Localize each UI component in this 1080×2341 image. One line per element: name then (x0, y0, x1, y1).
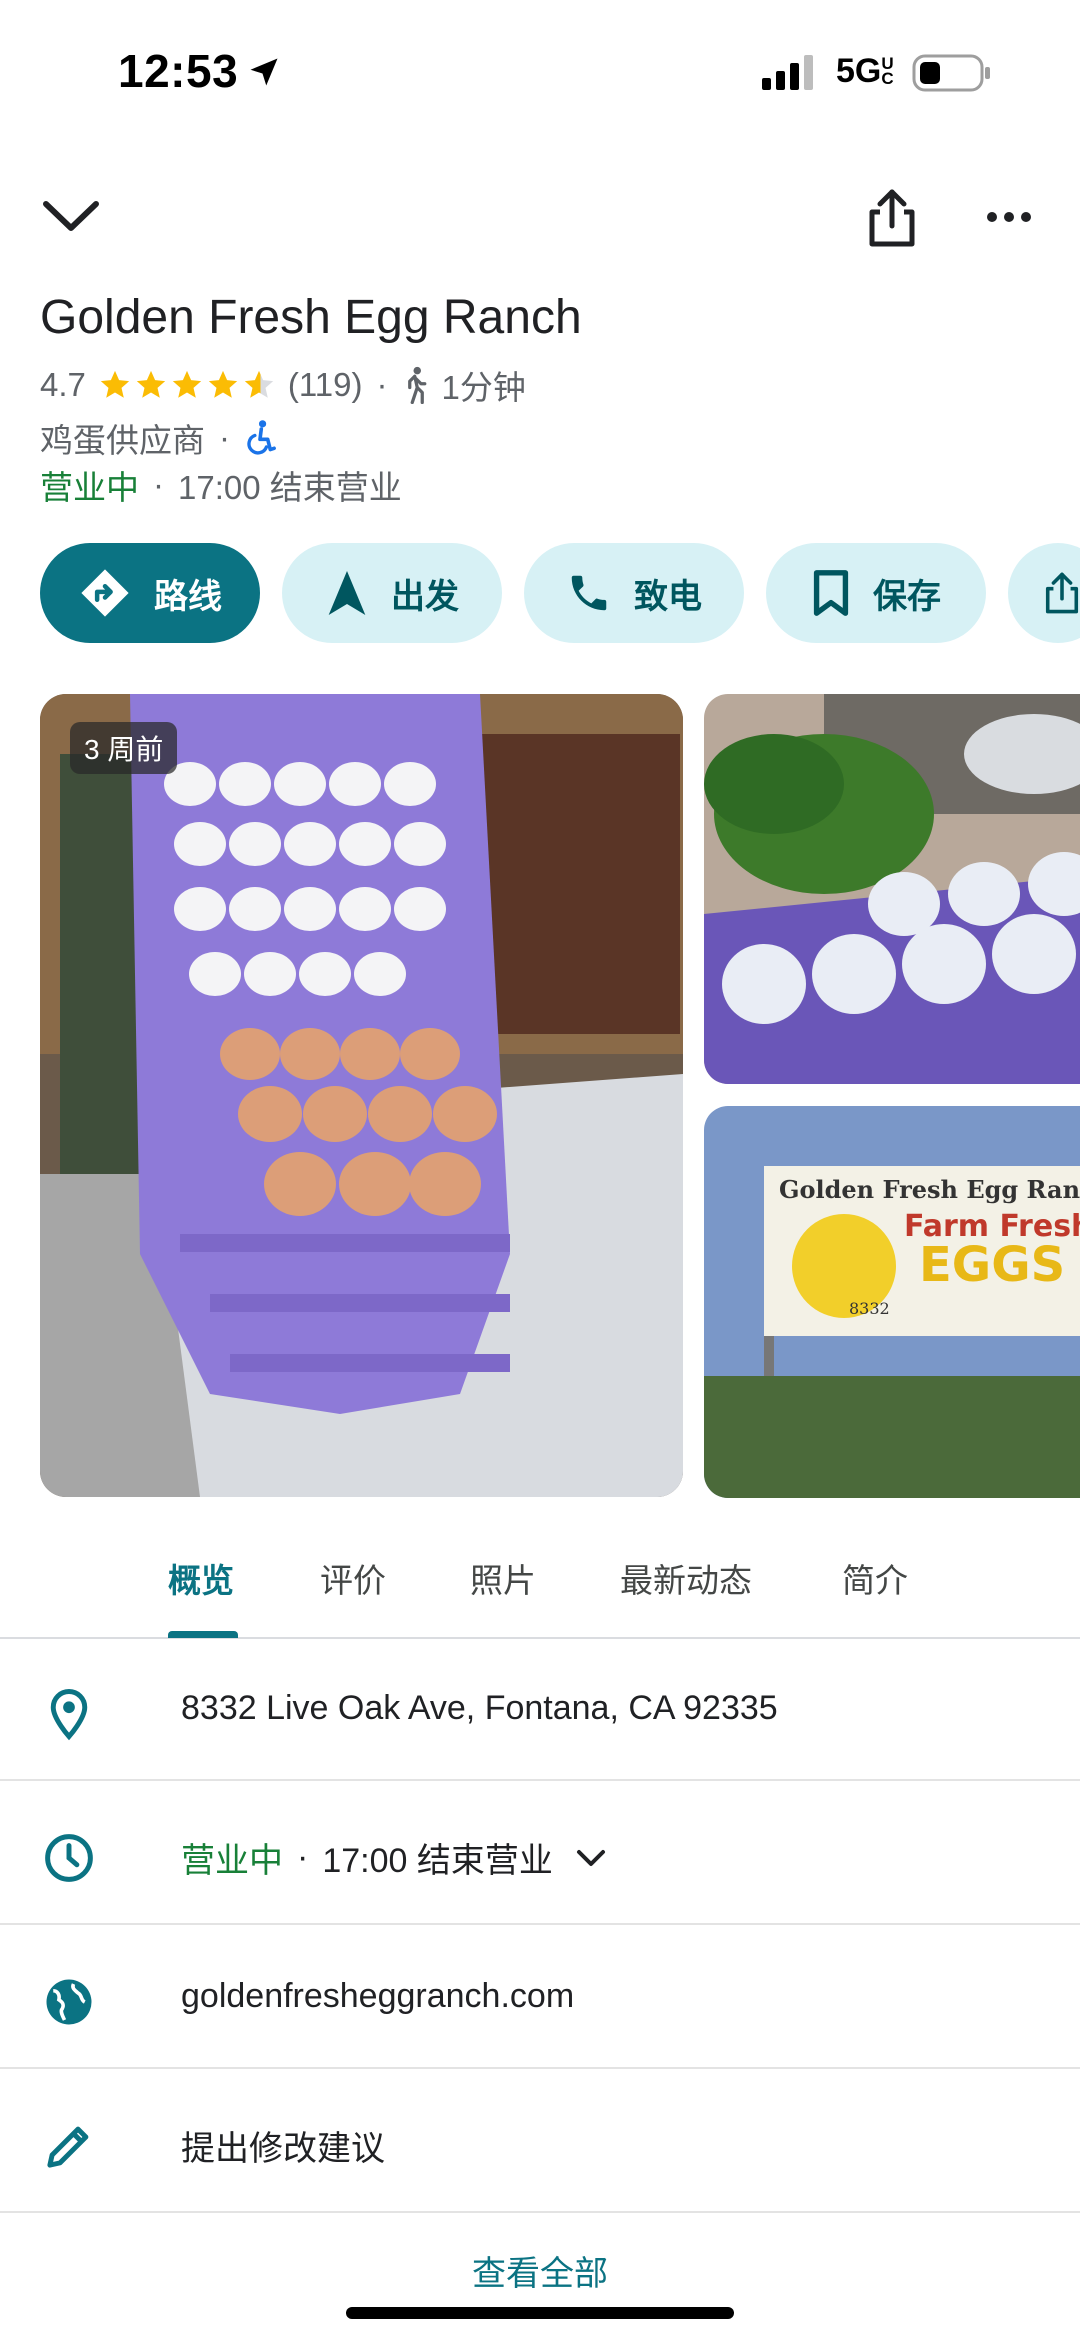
tab-bar: 概览 评价 照片 最新动态 简介 (0, 1530, 1080, 1638)
separator-dot: · (219, 419, 230, 456)
separator-dot: · (297, 1838, 309, 1876)
closing-time: 17:00 结束营业 (178, 469, 402, 506)
save-button[interactable]: 保存 (766, 543, 986, 643)
share-button[interactable] (1008, 543, 1080, 643)
star-icon (208, 370, 238, 398)
clock-icon (45, 1834, 93, 1882)
half-star-icon (244, 370, 274, 398)
location-pin-icon (50, 1689, 88, 1741)
more-options-icon[interactable] (986, 210, 1032, 224)
open-status: 营业中 (40, 469, 139, 506)
hours-closing: 17:00 结束营业 (322, 1842, 553, 1880)
photo-age-badge: 3 周前 (70, 722, 178, 774)
place-category: 鸡蛋供应商 (40, 422, 205, 459)
separator-dot: · (153, 466, 164, 503)
rating-stars (98, 368, 278, 402)
active-tab-indicator (168, 1631, 238, 1638)
directions-icon (81, 569, 129, 617)
wheelchair-accessible-icon (247, 420, 276, 455)
rating-row[interactable]: 4.7 (119) · 1分钟 (40, 365, 526, 406)
photo-thumbnail[interactable]: Golden Fresh Egg Ranch Farm Fresh EGGS 8… (704, 1106, 1080, 1498)
hours-open-status: 营业中 (181, 1842, 283, 1880)
star-icon (100, 370, 130, 398)
rating-value: 4.7 (40, 366, 86, 403)
suggest-edit-text: 提出修改建议 (181, 2130, 385, 2168)
category-row: 鸡蛋供应商 · (40, 414, 276, 462)
svg-text:Golden Fresh Egg Ranch: Golden Fresh Egg Ranch (779, 1175, 1080, 1204)
action-buttons: 路线 出发 致电 保存 (40, 543, 1080, 643)
svg-text:8332: 8332 (849, 1299, 890, 1318)
hours-row[interactable]: 营业中 · 17:00 结束营业 (0, 1783, 1080, 1925)
network-label: 5GUC (836, 52, 894, 90)
bookmark-icon (813, 570, 849, 616)
tab-about[interactable]: 简介 (842, 1554, 908, 1602)
walk-time: 1分钟 (441, 369, 526, 406)
start-navigation-button[interactable]: 出发 (282, 543, 502, 643)
call-button[interactable]: 致电 (524, 543, 744, 643)
address-row[interactable]: 8332 Live Oak Ave, Fontana, CA 92335 (0, 1639, 1080, 1781)
star-icon (172, 370, 202, 398)
tab-photos[interactable]: 照片 (470, 1554, 536, 1602)
phone-icon (571, 575, 607, 611)
share-icon[interactable] (864, 186, 920, 250)
see-all-link[interactable]: 查看全部 (0, 2246, 1080, 2295)
home-indicator[interactable] (346, 2307, 734, 2319)
collapse-chevron-icon[interactable] (38, 190, 104, 240)
place-title: Golden Fresh Egg Ranch (40, 291, 582, 344)
tab-reviews[interactable]: 评价 (320, 1554, 386, 1602)
hours-text: 营业中 · 17:00 结束营业 (181, 1833, 609, 1882)
battery-icon (912, 54, 990, 92)
directions-button[interactable]: 路线 (40, 543, 260, 643)
status-time: 12:53 (118, 45, 239, 97)
star-icon (136, 370, 166, 398)
svg-text:EGGS: EGGS (919, 1237, 1065, 1293)
cellular-signal-icon (762, 55, 813, 90)
address-text: 8332 Live Oak Ave, Fontana, CA 92335 (181, 1689, 778, 1727)
separator-dot: · (376, 366, 388, 403)
walking-icon (408, 366, 427, 404)
website-row[interactable]: goldenfresheggranch.com (0, 1927, 1080, 2069)
location-arrow-icon (250, 58, 278, 86)
website-link[interactable]: goldenfresheggranch.com (181, 1977, 574, 2016)
pencil-icon (47, 2126, 89, 2168)
hours-summary: 营业中 · 17:00 结束营业 (40, 461, 402, 509)
navigation-arrow-icon (328, 571, 366, 615)
globe-icon (46, 1979, 92, 2025)
share-icon (1045, 572, 1079, 614)
main-photo[interactable] (40, 694, 683, 1497)
photo-thumbnail[interactable] (704, 694, 1080, 1084)
review-count: (119) (287, 366, 363, 403)
tab-updates[interactable]: 最新动态 (620, 1554, 752, 1602)
chevron-down-icon[interactable] (573, 1846, 609, 1870)
suggest-edit-row[interactable]: 提出修改建议 (0, 2071, 1080, 2213)
tab-overview[interactable]: 概览 (168, 1554, 234, 1602)
